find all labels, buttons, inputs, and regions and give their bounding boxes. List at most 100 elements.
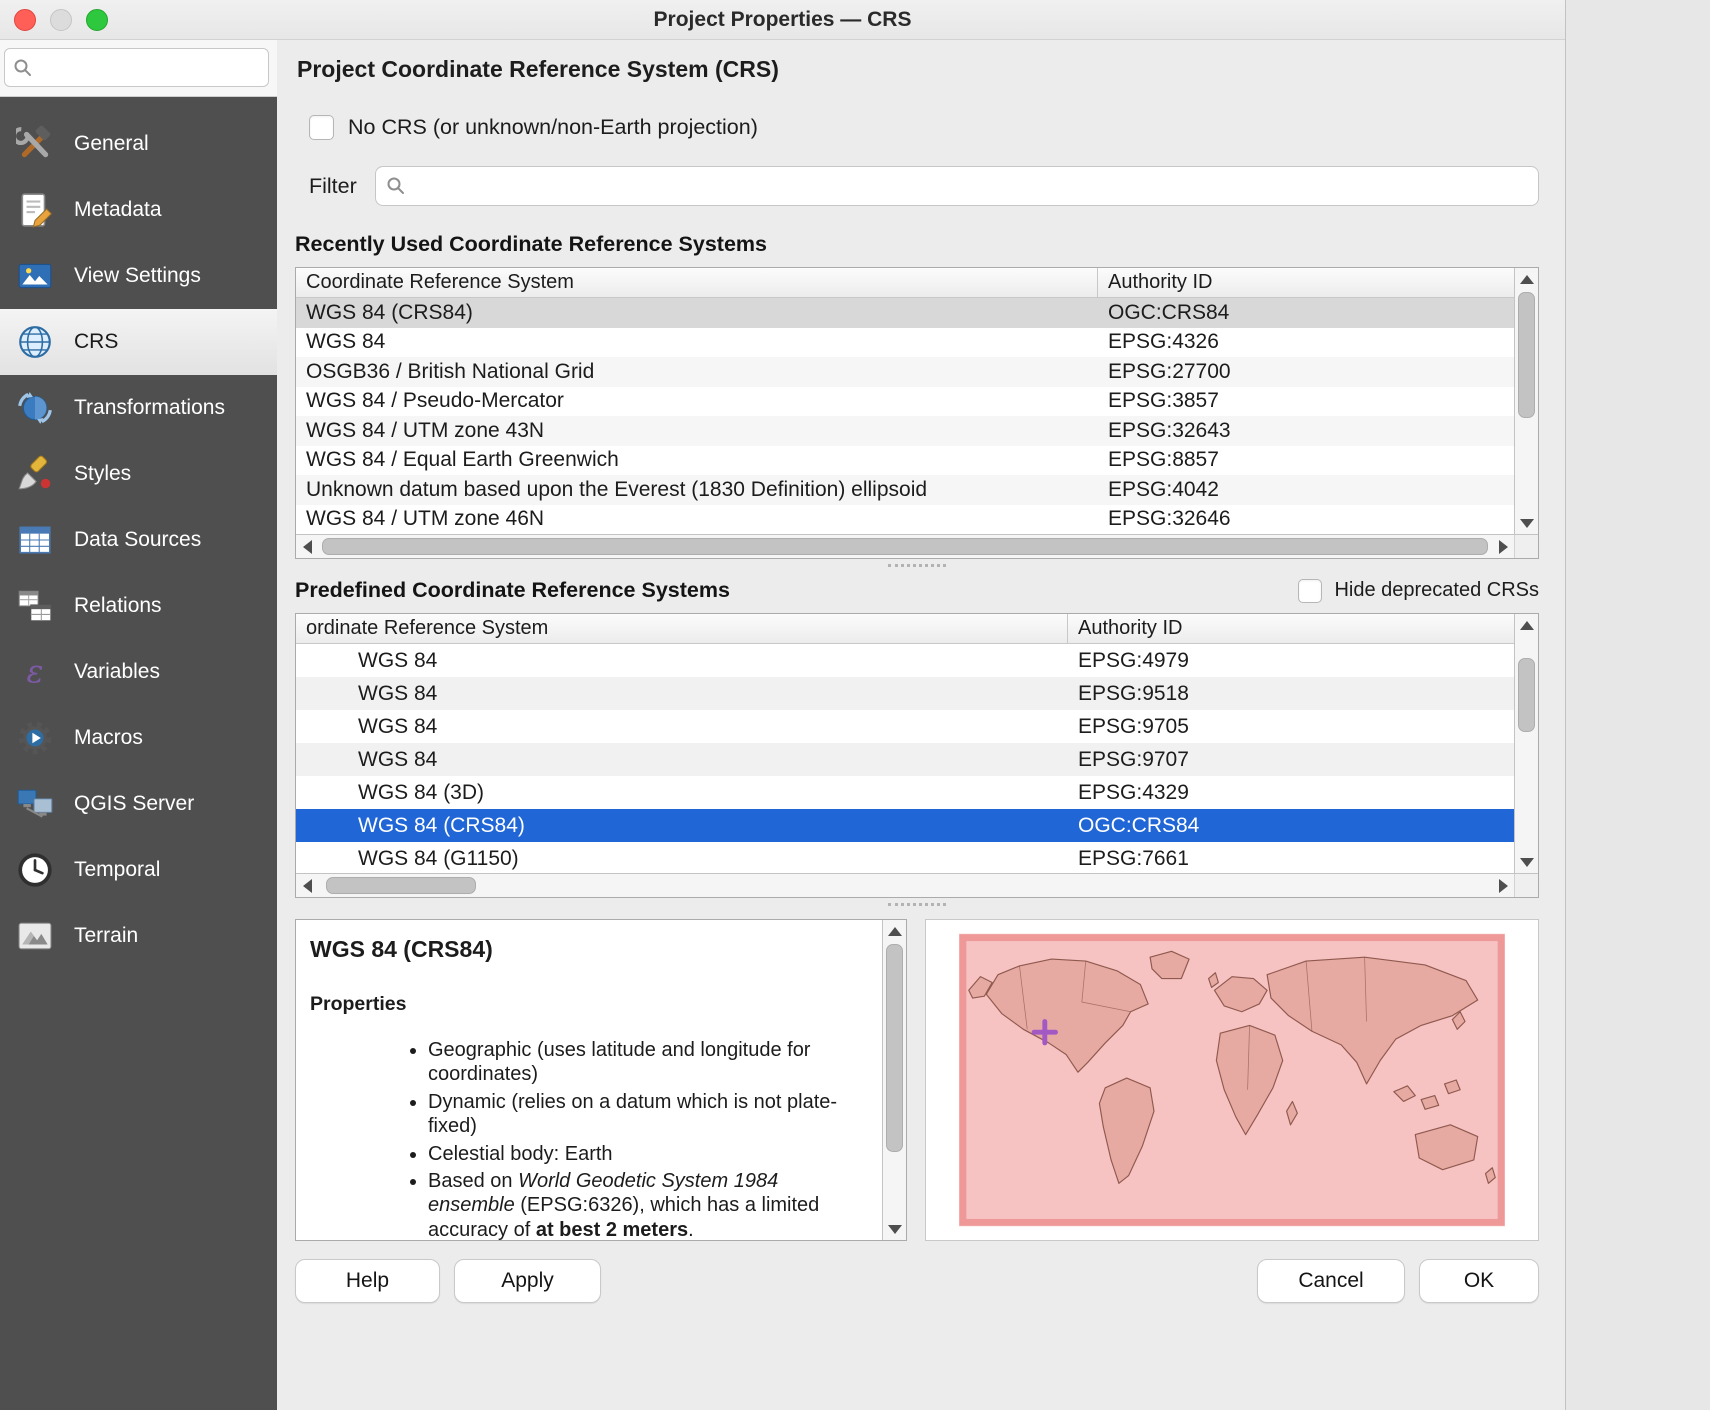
column-header-crs[interactable]: Coordinate Reference System [296, 268, 1098, 297]
scrollbar-track[interactable] [883, 942, 906, 1218]
general-icon [12, 121, 58, 167]
scrollbar-thumb[interactable] [1518, 292, 1535, 418]
transformations-icon [12, 385, 58, 431]
sidebar-item-crs[interactable]: CRS [0, 309, 277, 375]
sidebar-item-label: Temporal [74, 858, 160, 882]
search-icon [386, 176, 406, 196]
table-row[interactable]: WGS 84EPSG:9707 [296, 743, 1514, 776]
table-row[interactable]: WGS 84 / UTM zone 46NEPSG:32646 [296, 505, 1514, 535]
table-row[interactable]: WGS 84EPSG:4326 [296, 328, 1514, 358]
zoom-button[interactable] [86, 9, 108, 31]
table-row[interactable]: WGS 84 (3D)EPSG:4329 [296, 776, 1514, 809]
styles-icon [12, 451, 58, 497]
no-crs-checkbox[interactable] [309, 115, 334, 140]
qgis-server-icon [12, 781, 58, 827]
sidebar-item-styles[interactable]: Styles [0, 441, 277, 507]
scrollbar-thumb[interactable] [1518, 658, 1535, 732]
sidebar-item-temporal[interactable]: Temporal [0, 837, 277, 903]
help-button[interactable]: Help [295, 1259, 440, 1303]
cancel-button[interactable]: Cancel [1257, 1259, 1405, 1303]
close-button[interactable] [14, 9, 36, 31]
variables-icon: ε [12, 649, 58, 695]
splitter-handle[interactable] [295, 559, 1539, 572]
no-crs-label: No CRS (or unknown/non-Earth projection) [348, 115, 758, 140]
scroll-right-button[interactable] [1492, 535, 1514, 558]
crs-property-item: Celestial body: Earth [428, 1142, 870, 1166]
scroll-up-button[interactable] [1515, 614, 1538, 636]
terrain-icon [12, 913, 58, 959]
table-row[interactable]: WGS 84 (CRS84)OGC:CRS84 [296, 298, 1514, 328]
vertical-scrollbar[interactable] [1514, 614, 1538, 873]
table-row[interactable]: WGS 84 / Equal Earth GreenwichEPSG:8857 [296, 446, 1514, 476]
svg-text:ε: ε [27, 655, 44, 691]
view-settings-icon [12, 253, 58, 299]
crs-property-item: Based on World Geodetic System 1984 ense… [428, 1169, 870, 1240]
sidebar-item-label: General [74, 132, 149, 156]
hide-deprecated-checkbox[interactable] [1298, 579, 1322, 603]
scroll-up-button[interactable] [1515, 268, 1538, 290]
scroll-up-button[interactable] [883, 920, 906, 942]
sidebar-item-macros[interactable]: Macros [0, 705, 277, 771]
filter-input-box[interactable] [375, 166, 1539, 206]
scroll-left-button[interactable] [296, 874, 318, 897]
sidebar-item-metadata[interactable]: Metadata [0, 177, 277, 243]
scrollbar-track[interactable] [1515, 290, 1538, 512]
vertical-scrollbar[interactable] [1514, 268, 1538, 534]
sidebar-item-terrain[interactable]: Terrain [0, 903, 277, 969]
table-row-selected[interactable]: WGS 84 (CRS84)OGC:CRS84 [296, 809, 1514, 842]
table-row[interactable]: WGS 84EPSG:9518 [296, 677, 1514, 710]
table-row[interactable]: WGS 84 / UTM zone 43NEPSG:32643 [296, 416, 1514, 446]
crs-properties-heading: Properties [310, 993, 870, 1016]
scroll-right-button[interactable] [1492, 874, 1514, 897]
sidebar-item-variables[interactable]: ε Variables [0, 639, 277, 705]
recent-crs-heading: Recently Used Coordinate Reference Syste… [295, 232, 1539, 257]
table-row[interactable]: Unknown datum based upon the Everest (18… [296, 475, 1514, 505]
crs-details-panel: WGS 84 (CRS84) Properties Geographic (us… [295, 919, 907, 1241]
horizontal-scrollbar[interactable] [296, 535, 1514, 558]
sidebar-search-input[interactable] [41, 56, 260, 80]
sidebar-item-label: CRS [74, 330, 118, 354]
vertical-scrollbar[interactable] [882, 920, 906, 1240]
table-row[interactable]: OSGB36 / British National GridEPSG:27700 [296, 357, 1514, 387]
recent-crs-table: Coordinate Reference System Authority ID… [295, 267, 1539, 559]
scroll-down-button[interactable] [883, 1218, 906, 1240]
sidebar-item-data-sources[interactable]: Data Sources [0, 507, 277, 573]
table-row[interactable]: WGS 84 (G1150)EPSG:7661 [296, 842, 1514, 873]
scrollbar-track[interactable] [1515, 636, 1538, 851]
scrollbar-corner [1514, 535, 1538, 558]
sidebar-item-label: Relations [74, 594, 162, 618]
crs-settings-panel: Project Coordinate Reference System (CRS… [277, 40, 1565, 1410]
sidebar-item-label: Metadata [74, 198, 162, 222]
apply-button[interactable]: Apply [454, 1259, 601, 1303]
crs-property-item: Dynamic (relies on a datum which is not … [428, 1090, 870, 1139]
column-header-authority[interactable]: Authority ID [1098, 268, 1514, 297]
sidebar-search-box[interactable] [4, 48, 269, 87]
scrollbar-track[interactable] [318, 535, 1492, 558]
sidebar-item-view-settings[interactable]: View Settings [0, 243, 277, 309]
crs-property-item: Geographic (uses latitude and longitude … [428, 1038, 870, 1087]
ok-button[interactable]: OK [1419, 1259, 1539, 1303]
sidebar-item-transformations[interactable]: Transformations [0, 375, 277, 441]
sidebar-item-relations[interactable]: Relations [0, 573, 277, 639]
scrollbar-thumb[interactable] [322, 538, 1488, 555]
column-header-authority[interactable]: Authority ID [1068, 614, 1514, 643]
scrollbar-thumb[interactable] [886, 944, 903, 1152]
sidebar-item-general[interactable]: General [0, 111, 277, 177]
minimize-button[interactable] [50, 9, 72, 31]
table-row[interactable]: WGS 84EPSG:4979 [296, 644, 1514, 677]
scroll-left-button[interactable] [296, 535, 318, 558]
sidebar-item-label: Macros [74, 726, 143, 750]
table-row[interactable]: WGS 84 / Pseudo-MercatorEPSG:3857 [296, 387, 1514, 417]
table-row[interactable]: WGS 84EPSG:9705 [296, 710, 1514, 743]
sidebar-item-label: Terrain [74, 924, 138, 948]
scroll-down-button[interactable] [1515, 512, 1538, 534]
splitter-handle[interactable] [295, 898, 1539, 911]
scrollbar-thumb[interactable] [326, 877, 476, 894]
scrollbar-track[interactable] [318, 874, 1492, 897]
window-controls [14, 9, 108, 31]
scroll-down-button[interactable] [1515, 851, 1538, 873]
sidebar-item-qgis-server[interactable]: QGIS Server [0, 771, 277, 837]
column-header-crs[interactable]: ordinate Reference System [296, 614, 1068, 643]
filter-input[interactable] [414, 174, 1528, 199]
horizontal-scrollbar[interactable] [296, 874, 1514, 897]
